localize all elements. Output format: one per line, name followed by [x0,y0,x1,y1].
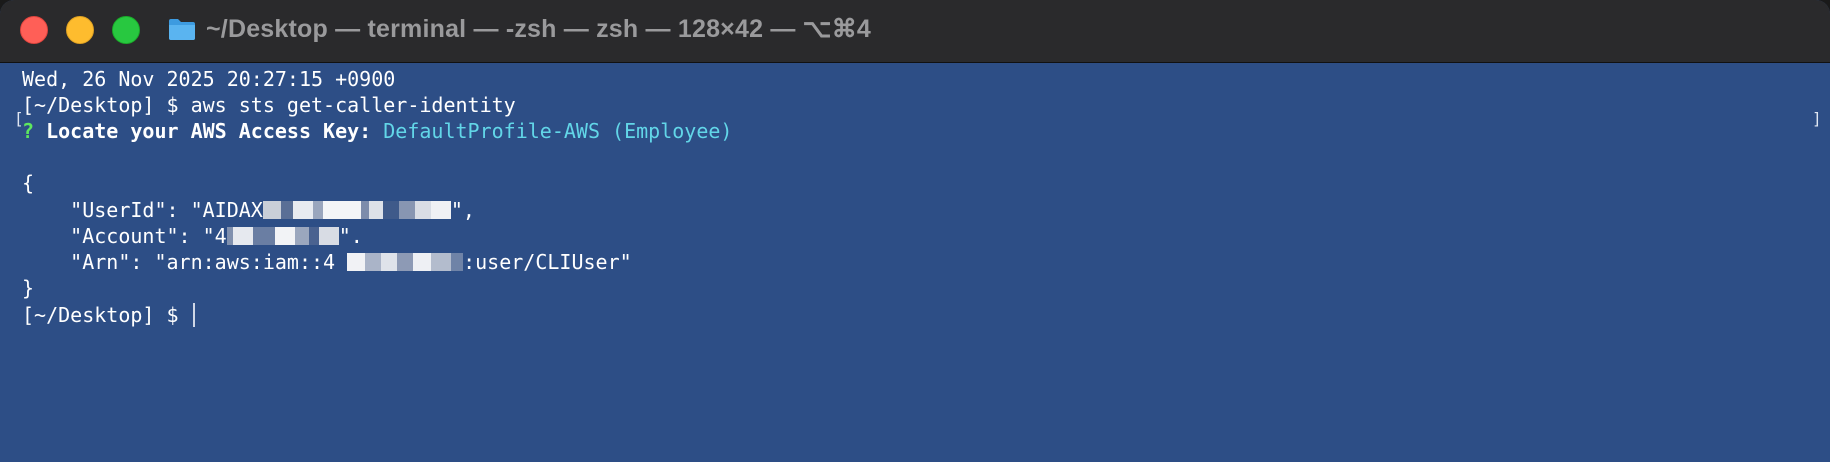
final-prompt-line: [~/Desktop] $ [22,301,195,329]
selected-profile: DefaultProfile-AWS (Employee) [383,119,733,143]
account-line: "Account": "4 ". [22,222,363,250]
arn-key: "Arn": "arn:aws:iam::4 [22,250,336,274]
account-tail: ". [338,224,363,248]
json-close-brace: } [22,276,35,300]
json-open-brace: { [22,171,35,195]
command-line: [~/Desktop] $ aws sts get-caller-identit… [22,91,516,119]
title-bar[interactable]: ~/Desktop — terminal — -zsh — zsh — 128×… [0,0,1830,63]
selection-bracket-right: ] [1812,109,1822,128]
window-title: ~/Desktop — terminal — -zsh — zsh — 128×… [206,15,871,43]
maximize-window-button[interactable] [112,16,140,44]
folder-icon [169,19,195,40]
account-key: "Account": "4 [22,224,227,248]
terminal-output[interactable]: Wed, 26 Nov 2025 20:27:15 +0900 [ ] [~/D… [0,63,1830,462]
date-line: Wed, 26 Nov 2025 20:27:15 +0900 [22,67,396,91]
question-line: ? Locate your AWS Access Key: DefaultPro… [22,117,732,145]
command-text: aws sts get-caller-identity [190,93,516,117]
question-text: Locate your AWS Access Key: [34,119,384,143]
shell-prompt: [~/Desktop] $ [22,303,191,327]
arn-tail: :user/CLIUser" [463,250,632,274]
minimize-window-button[interactable] [66,16,94,44]
close-window-button[interactable] [20,16,48,44]
userid-key: "UserId": "AIDAX [22,198,263,222]
redacted-account [226,224,339,248]
text-cursor[interactable] [192,303,195,327]
shell-prompt: [~/Desktop] $ [22,93,191,117]
userid-line: "UserId": "AIDAX ", [22,196,475,224]
terminal-window: ~/Desktop — terminal — -zsh — zsh — 128×… [0,0,1830,462]
question-mark: ? [22,119,35,143]
redacted-arn [335,250,464,274]
redacted-userid [262,198,451,222]
userid-tail: ", [450,198,475,222]
arn-line: "Arn": "arn:aws:iam::4 :user/CLIUser" [22,248,632,276]
